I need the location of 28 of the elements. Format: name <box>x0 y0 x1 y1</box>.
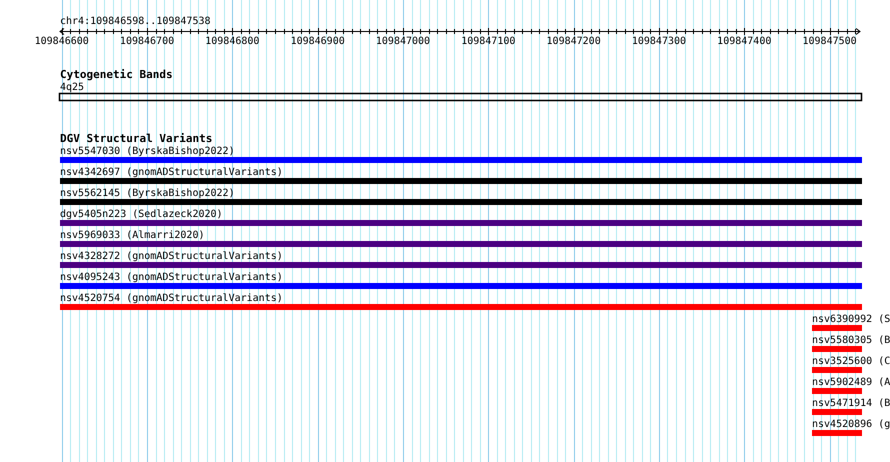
ruler-tick-label: 109847300 <box>632 36 686 47</box>
variant-label: nsv6390992 (S <box>812 314 890 325</box>
variant-label: nsv4520754 (gnomADStructuralVariants) <box>60 293 283 304</box>
ruler-tick-label: 109847200 <box>546 36 601 47</box>
variant-label: nsv4328272 (gnomADStructuralVariants) <box>60 251 283 262</box>
variant-label: nsv5471914 (B <box>812 398 890 409</box>
track-title: DGV Structural Variants <box>60 132 212 145</box>
ruler-region-label: chr4:109846598..109847538 <box>60 16 211 27</box>
variant-label: nsv5547030 (ByrskaBishop2022) <box>60 146 235 157</box>
variant-label: nsv5902489 (A <box>812 377 890 388</box>
ruler-tick-label: 109847100 <box>461 36 516 47</box>
variant-label: nsv3525600 (C <box>812 356 890 367</box>
track-title: Cytogenetic Bands <box>60 68 173 81</box>
variant-label: nsv5969033 (Almarri2020) <box>60 230 204 241</box>
ruler-tick-label: 109847500 <box>802 36 857 47</box>
variant-label: dgv5405n223 (Sedlazeck2020) <box>60 209 223 220</box>
ruler-tick-label: 109846600 <box>34 36 89 47</box>
variant-label: nsv4095243 (gnomADStructuralVariants) <box>60 272 283 283</box>
ruler-tick-label: 109847400 <box>717 36 772 47</box>
variant-label: nsv4342697 (gnomADStructuralVariants) <box>60 167 283 178</box>
variant-label: nsv5580305 (B <box>812 335 890 346</box>
ruler-tick-label: 109847000 <box>376 36 430 47</box>
ruler-tick-label: 109846700 <box>120 36 174 47</box>
band-label: 4q25 <box>60 82 84 93</box>
variant-label: nsv5562145 (ByrskaBishop2022) <box>60 188 235 199</box>
variant-label: nsv4520896 (g <box>812 419 890 430</box>
ruler-tick-label: 109846900 <box>290 36 345 47</box>
ruler-tick-label: 109846800 <box>205 36 260 47</box>
